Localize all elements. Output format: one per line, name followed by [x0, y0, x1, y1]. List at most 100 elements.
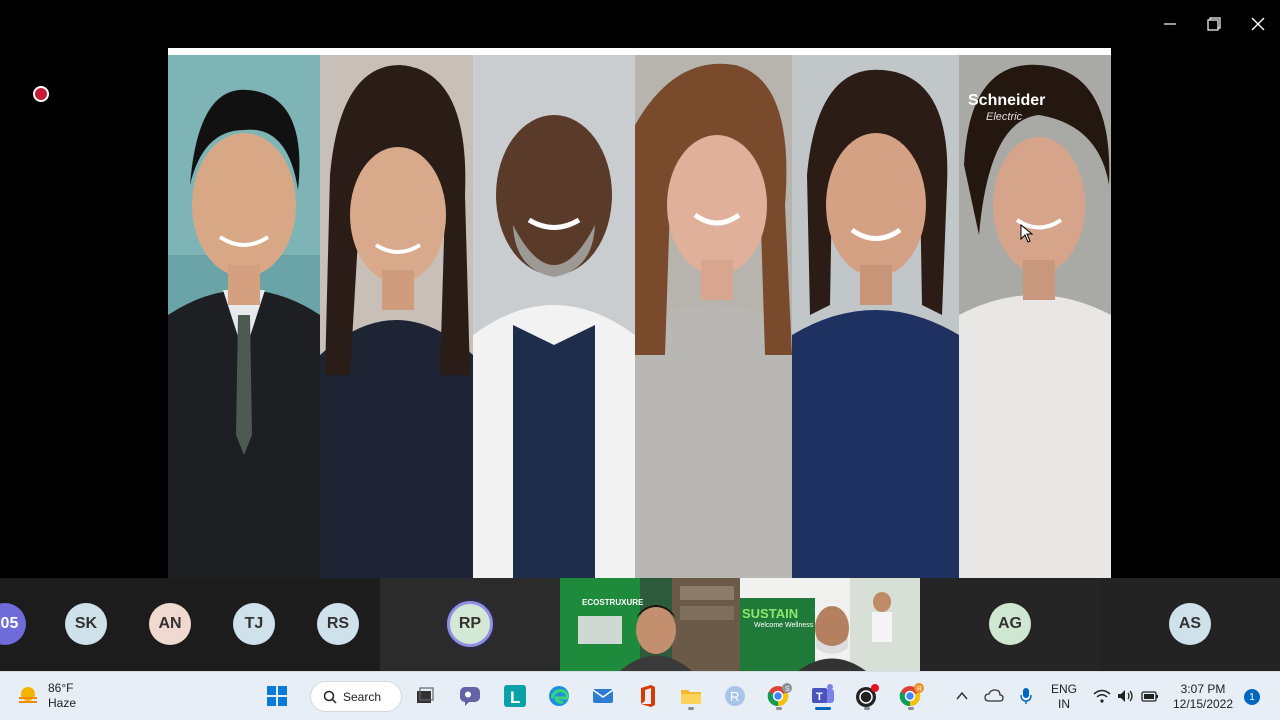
- participant-avatar-as[interactable]: AS: [1169, 603, 1211, 645]
- participant-initials: SK: [74, 615, 98, 632]
- input-language-button[interactable]: ENG IN: [1046, 682, 1082, 712]
- minimize-button[interactable]: [1154, 8, 1186, 40]
- participant-avatar-rs[interactable]: RS: [317, 603, 359, 645]
- participant-video-2[interactable]: SUSTAIN Welcome Wellness: [740, 578, 920, 671]
- teams-button[interactable]: T: [807, 680, 839, 712]
- clock-button[interactable]: 3:07 PM 12/15/2022: [1168, 682, 1238, 712]
- participant-initials: AN: [158, 615, 182, 632]
- office-button[interactable]: [631, 680, 663, 712]
- app-r-button[interactable]: R: [719, 680, 751, 712]
- search-icon: [323, 690, 337, 704]
- chevron-up-icon: [956, 691, 968, 700]
- person-photo-3: [473, 55, 635, 578]
- folder-icon: [681, 690, 701, 704]
- running-indicator: [908, 707, 914, 710]
- clock-date: 12/15/2022: [1172, 697, 1234, 711]
- battery-button[interactable]: [1134, 680, 1166, 712]
- search-label: Search: [343, 689, 382, 704]
- chat-icon: [460, 687, 480, 706]
- meeting-window: Schneider Electric 105 SK AN TJ RS RP: [0, 0, 1280, 720]
- participant-avatar-rp[interactable]: RP: [447, 601, 493, 647]
- minimize-icon: [1164, 23, 1176, 25]
- obs-icon: [856, 684, 879, 707]
- restore-icon: [1207, 17, 1221, 31]
- microphone-button[interactable]: [1010, 680, 1042, 712]
- start-button[interactable]: [261, 680, 293, 712]
- presentation-slide: [168, 55, 1111, 578]
- participant-avatar-ag[interactable]: AG: [989, 603, 1031, 645]
- wifi-icon: [1093, 689, 1111, 703]
- running-indicator: [776, 707, 782, 710]
- onedrive-button[interactable]: [978, 680, 1010, 712]
- running-indicator: [688, 707, 694, 710]
- notification-count: 1: [1249, 691, 1255, 703]
- chrome-icon: R: [899, 683, 924, 707]
- clock-time: 3:07 PM: [1180, 682, 1226, 696]
- person-photo-1: [168, 55, 320, 578]
- task-view-button[interactable]: [409, 680, 441, 712]
- teams-chat-button[interactable]: [454, 680, 486, 712]
- chrome-button-2[interactable]: R: [895, 680, 927, 712]
- edge-button[interactable]: [543, 680, 575, 712]
- video-tile-sub: Welcome Wellness: [754, 622, 814, 629]
- taskbar: 86°F Haze Search L R S T R ENG IN 3:07 P…: [0, 671, 1280, 720]
- file-explorer-button[interactable]: [675, 680, 707, 712]
- svg-text:L: L: [510, 688, 520, 707]
- battery-icon: [1141, 691, 1158, 702]
- recording-indicator: [33, 86, 49, 102]
- participant-initials: TJ: [244, 615, 264, 632]
- cloud-icon: [984, 689, 1004, 702]
- letter-r-app-icon: R: [725, 686, 745, 706]
- show-hidden-icons-button[interactable]: [946, 680, 978, 712]
- brand-logo: Schneider Electric: [968, 93, 1045, 125]
- close-button[interactable]: [1242, 8, 1274, 40]
- svg-text:R: R: [917, 686, 922, 693]
- brand-name: Schneider: [968, 92, 1046, 109]
- windows-icon: [267, 686, 287, 706]
- teams-icon: T: [812, 684, 834, 703]
- taskbar-search[interactable]: Search: [310, 681, 402, 712]
- haze-icon: [19, 687, 37, 703]
- svg-text:R: R: [730, 689, 739, 704]
- mouse-cursor-icon: [1020, 224, 1034, 243]
- language-line1: ENG: [1050, 682, 1077, 696]
- participant-video-1[interactable]: ECOSTRUXURE: [560, 578, 740, 671]
- language-line2: IN: [1058, 697, 1070, 711]
- notification-badge[interactable]: 1: [1244, 689, 1260, 705]
- weather-widget[interactable]: 86°F Haze: [16, 681, 76, 711]
- weather-temp: 86°F: [48, 681, 74, 695]
- participant-initials: RS: [326, 615, 350, 632]
- person-photo-4: [635, 55, 792, 578]
- app-record-button[interactable]: [851, 680, 883, 712]
- chrome-icon: S: [767, 683, 792, 707]
- participant-initials: 105: [0, 615, 19, 632]
- brand-sub: Electric: [986, 111, 1023, 123]
- letter-l-app-icon: L: [504, 685, 526, 707]
- participant-avatar-an[interactable]: AN: [149, 603, 191, 645]
- svg-text:S: S: [785, 686, 790, 693]
- video-tile-label: SUSTAIN: [742, 606, 799, 621]
- participant-initials: AS: [1178, 615, 1202, 632]
- edge-icon: [549, 686, 569, 706]
- mail-button[interactable]: [587, 680, 619, 712]
- app-l-button[interactable]: L: [499, 680, 531, 712]
- running-indicator: [864, 707, 870, 710]
- office-icon: [641, 685, 655, 707]
- participant-avatar-tj[interactable]: TJ: [233, 603, 275, 645]
- participant-video-feed: [560, 578, 740, 671]
- speaker-icon: [1118, 690, 1133, 702]
- active-indicator: [815, 707, 831, 710]
- weather-condition: Haze: [48, 696, 77, 710]
- person-photo-6: [959, 55, 1111, 578]
- microphone-icon: [1020, 688, 1032, 704]
- person-photo-2: [320, 55, 473, 578]
- task-view-icon: [417, 687, 434, 703]
- participant-initials: RP: [458, 615, 482, 632]
- shared-screen-border: [168, 48, 1111, 55]
- video-tile-label: ECOSTRUXURE: [582, 598, 644, 607]
- chrome-button-1[interactable]: S: [763, 680, 795, 712]
- svg-text:T: T: [816, 691, 823, 703]
- participant-avatar-sk[interactable]: SK: [65, 603, 107, 645]
- restore-button[interactable]: [1198, 8, 1230, 40]
- shared-screen: Schneider Electric: [168, 48, 1111, 578]
